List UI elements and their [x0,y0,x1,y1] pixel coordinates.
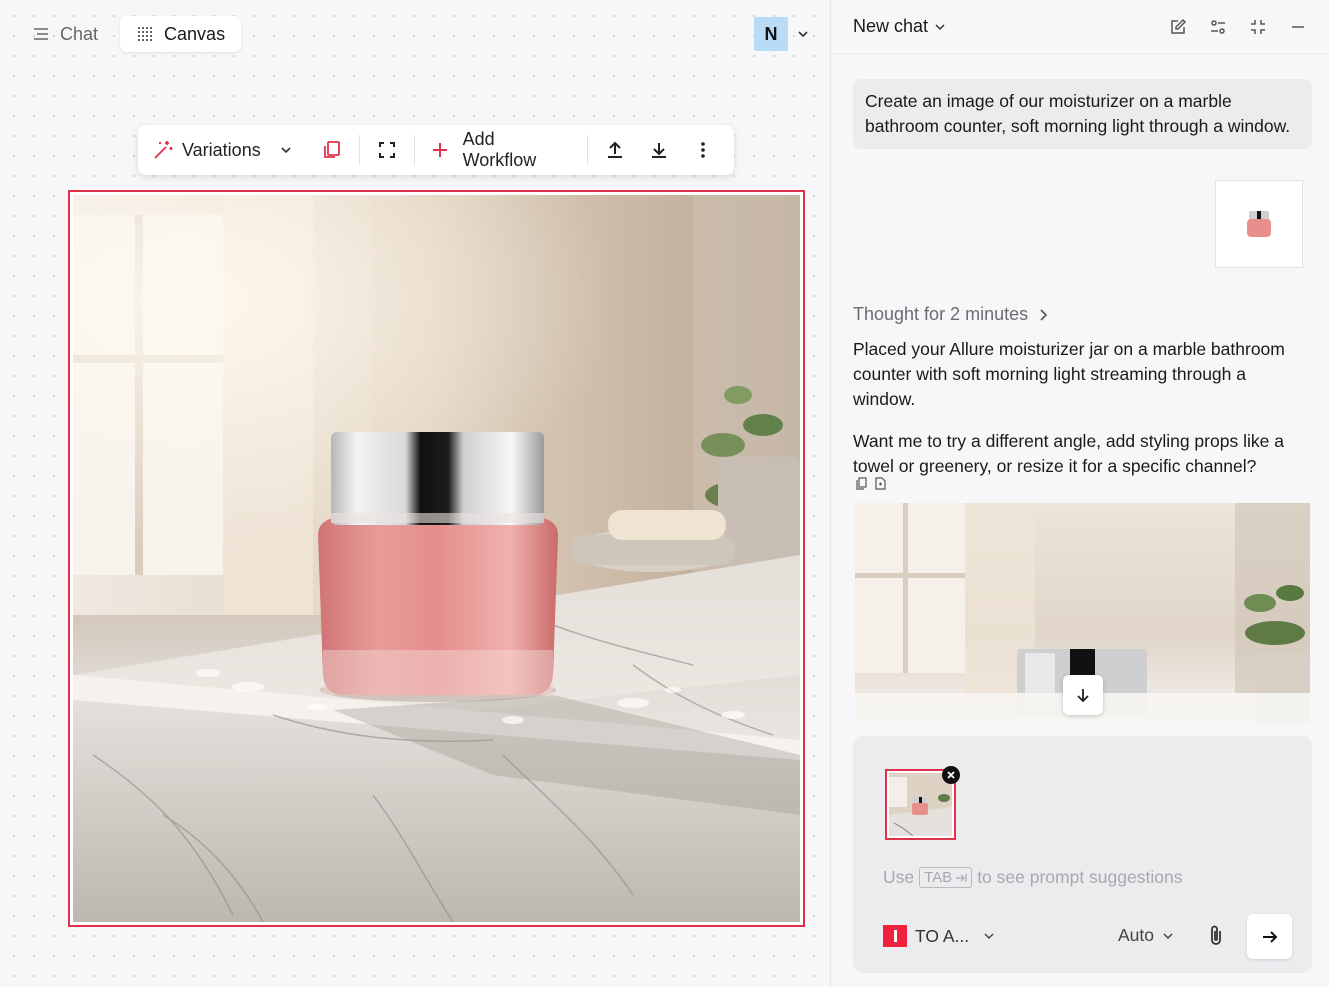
tab-arrow-icon [956,873,967,882]
selected-image-frame[interactable] [68,190,805,927]
magic-wand-icon [154,141,173,159]
dot-grid-icon [138,27,153,41]
thought-toggle[interactable]: Thought for 2 minutes [853,304,1050,325]
close-icon [947,771,955,779]
chat-title: New chat [853,16,929,36]
toolbar-divider [587,135,589,165]
variations-button[interactable]: Variations [152,125,293,175]
generated-result-preview[interactable] [855,503,1310,723]
attached-image [889,773,952,837]
toolbar-divider [358,135,360,165]
variations-label: Variations [182,139,261,160]
prompt-hint[interactable]: Use TAB to see prompt suggestions [883,867,1182,888]
chevron-down-icon [935,23,945,30]
chevron-down-icon [281,147,291,154]
minimize-icon[interactable] [1289,18,1307,36]
toolbar-divider [413,135,415,165]
chat-panel: New chat Create an image of our moisturi… [830,0,1329,987]
message-composer: Use TAB to see prompt suggestions TO A..… [853,736,1312,973]
tab-canvas-label: Canvas [164,23,226,44]
expand-icon [378,142,395,158]
brand-label: TO A... [915,925,970,946]
more-vertical-icon [701,142,705,158]
chevron-down-icon [1163,932,1173,939]
chevron-down-icon[interactable] [796,27,810,41]
collapse-icon[interactable] [1249,18,1267,36]
remove-attachment-button[interactable] [942,766,960,784]
download-icon [652,143,667,158]
upload-button[interactable] [598,133,632,167]
generated-image[interactable] [73,195,800,922]
arrow-right-icon [1262,930,1277,943]
chat-header: New chat [831,0,1329,54]
more-options-button[interactable] [686,133,720,167]
hint-suffix: to see prompt suggestions [977,867,1183,887]
thought-label: Thought for 2 minutes [853,304,1029,324]
upload-icon [608,141,623,158]
tab-key-label: TAB [924,869,953,886]
arrow-down-icon [1077,689,1089,703]
tab-key-badge: TAB [919,867,973,888]
hint-prefix: Use [883,867,915,887]
chevron-down-icon [984,933,994,940]
document-icon[interactable] [874,477,887,490]
copy-icon [323,141,340,158]
avatar[interactable]: N [754,17,788,51]
header-actions [1169,18,1307,36]
assistant-reply-2: Want me to try a different angle, add st… [853,431,1284,476]
chat-title-dropdown[interactable]: New chat [853,16,946,37]
duplicate-button[interactable] [315,133,349,167]
fullscreen-button[interactable] [370,133,404,167]
image-toolbar: Variations Add Workflow [138,125,734,175]
tab-chat-label: Chat [60,23,99,44]
mode-label: Auto [1118,925,1154,945]
view-tabs: Chat Canvas [16,16,242,52]
tab-chat[interactable]: Chat [16,16,114,52]
download-button[interactable] [642,133,676,167]
new-chat-icon[interactable] [1169,18,1187,36]
download-result-button[interactable] [1063,675,1103,715]
settings-sliders-icon[interactable] [1209,18,1227,36]
mode-selector[interactable]: Auto [1118,925,1174,946]
account-menu[interactable]: N [754,17,810,51]
assistant-reply-1: Placed your Allure moisturizer jar on a … [853,339,1285,409]
send-button[interactable] [1247,914,1292,959]
message-actions [855,477,887,490]
user-message: Create an image of our moisturizer on a … [853,79,1312,149]
brand-selector[interactable]: TO A... [883,925,995,947]
plus-icon [432,143,447,157]
add-workflow-button[interactable]: Add Workflow [431,125,574,175]
menu-lines-icon [34,28,48,40]
jar-thumbnail-image [1247,211,1271,237]
product-scene-image [73,195,800,922]
canvas-area[interactable]: Chat Canvas N Variations Add Workflow [0,0,830,987]
reference-image-thumbnail[interactable] [1215,180,1303,268]
copy-icon[interactable] [855,477,868,490]
paperclip-icon[interactable] [1204,924,1228,948]
tab-canvas[interactable]: Canvas [120,16,242,52]
add-workflow-label: Add Workflow [462,129,537,170]
chevron-right-icon [1040,308,1048,321]
brand-logo-icon [883,925,907,947]
